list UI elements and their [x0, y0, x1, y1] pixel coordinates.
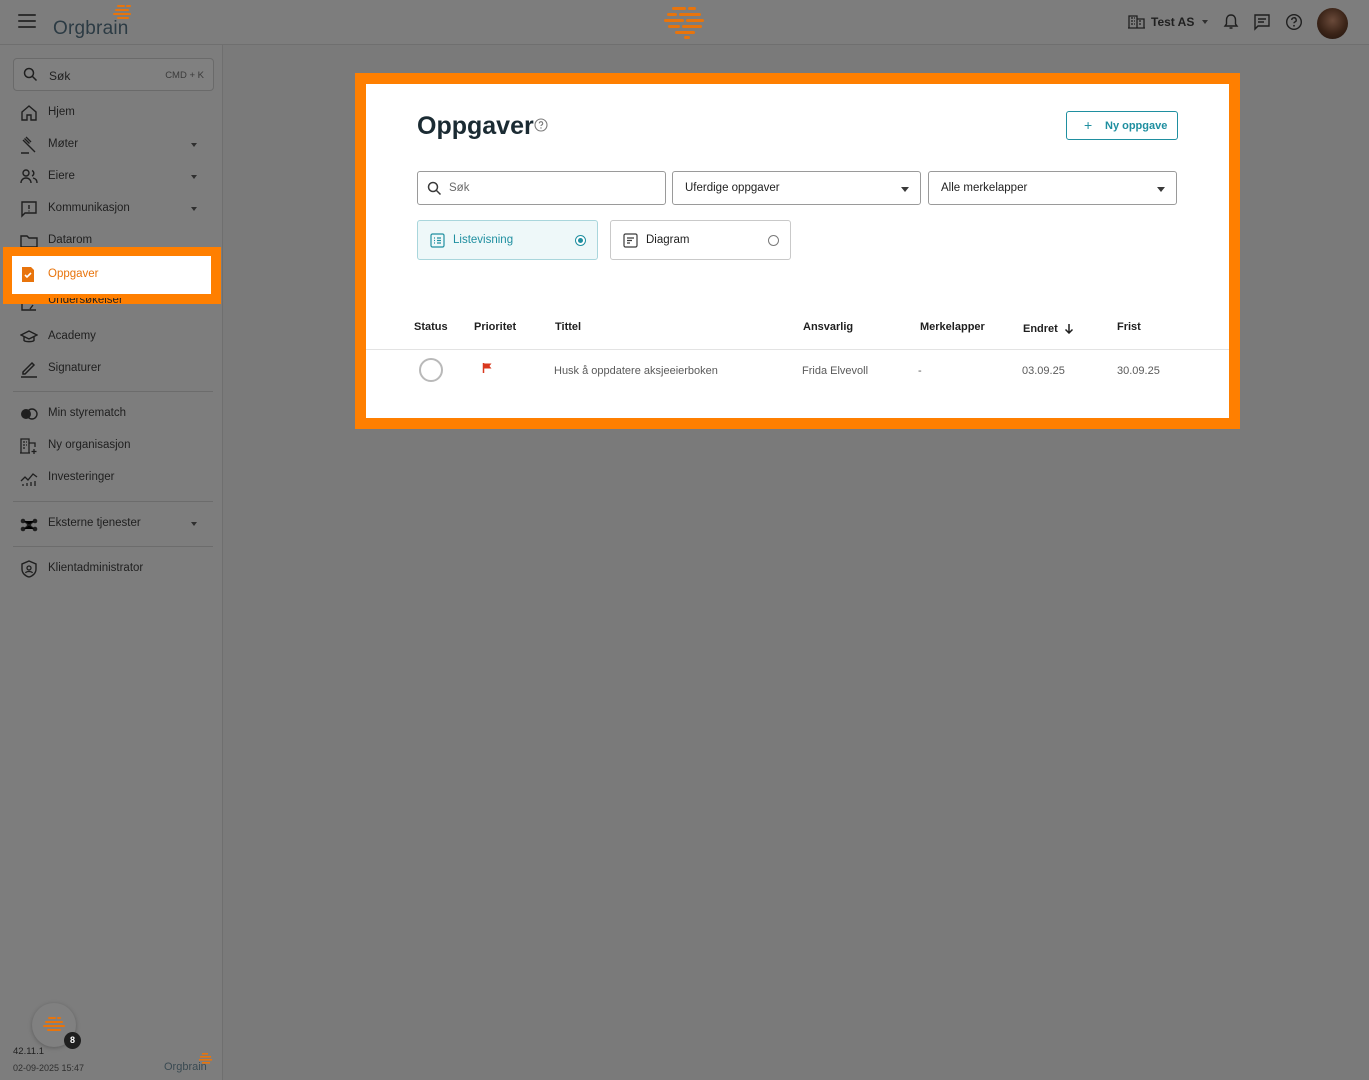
sidebar-item-oppgaver[interactable]: Oppgaver: [12, 256, 211, 294]
avatar[interactable]: [1317, 8, 1348, 39]
sidebar-item-signaturer[interactable]: Signaturer: [0, 354, 223, 384]
academy-icon: [20, 330, 38, 343]
building-icon: [1128, 15, 1145, 29]
sidebar-divider: [13, 501, 213, 502]
chevron-down-icon[interactable]: [191, 207, 197, 211]
help-circle-icon[interactable]: [534, 118, 548, 132]
table-divider: [366, 349, 1229, 350]
task-title[interactable]: Husk å oppdatere aksjeeierboken: [554, 365, 718, 377]
task-tags: -: [918, 365, 922, 377]
chevron-down-icon[interactable]: [191, 175, 197, 179]
message-icon: [21, 201, 37, 218]
brain-logo-icon[interactable]: [662, 5, 708, 39]
sidebar-item-klientadministrator[interactable]: Klientadministrator: [0, 554, 223, 584]
column-header-status[interactable]: Status: [414, 321, 448, 333]
sidebar-search[interactable]: Søk CMD + K: [13, 58, 214, 91]
radio-unselected[interactable]: [768, 235, 779, 246]
page-title: Oppgaver: [417, 112, 534, 140]
company-name: Test AS: [1151, 14, 1195, 29]
diagram-icon: [623, 233, 638, 248]
task-icon: [22, 267, 34, 282]
help-icon[interactable]: [1285, 13, 1303, 31]
chevron-down-icon[interactable]: [191, 522, 197, 526]
sidebar-item-undersokelser[interactable]: Undersøkelser: [48, 298, 123, 306]
sidebar-item-moter[interactable]: Møter: [0, 130, 223, 160]
task-responsible: Frida Elvevoll: [802, 365, 869, 377]
company-selector[interactable]: Test AS: [1128, 14, 1209, 29]
column-header-priority[interactable]: Prioritet: [474, 321, 516, 333]
sidebar-search-placeholder: Søk: [49, 69, 71, 83]
new-task-button[interactable]: + Ny oppgave: [1066, 111, 1178, 140]
tag-filter-select[interactable]: Alle merkelapper: [928, 171, 1177, 205]
tasks-card: Oppgaver + Ny oppgave Søk Uferdige oppga…: [366, 84, 1229, 418]
chevron-down-icon: [1202, 19, 1209, 24]
home-icon: [21, 105, 37, 121]
menu-icon[interactable]: [18, 14, 36, 28]
sidebar-divider: [13, 546, 213, 547]
status-filter-select[interactable]: Uferdige oppgaver: [672, 171, 921, 205]
search-input[interactable]: Søk: [417, 171, 666, 205]
chat-icon[interactable]: [1253, 13, 1271, 31]
network-icon: [20, 518, 38, 532]
bell-icon[interactable]: [1222, 13, 1240, 31]
shield-icon: [21, 560, 37, 578]
column-header-changed[interactable]: Endret: [1023, 321, 1074, 335]
flag-icon: [482, 363, 492, 373]
people-icon: [20, 169, 38, 184]
sidebar-item-min-styrematch[interactable]: Min styrematch: [0, 399, 223, 429]
top-bar: Orgbrain Test AS: [0, 0, 1369, 45]
arrow-down-icon: [1064, 324, 1073, 335]
task-due: 30.09.25: [1117, 365, 1160, 377]
sidebar-item-ny-organisasjon[interactable]: Ny organisasjon: [0, 431, 223, 461]
diagram-view-toggle[interactable]: Diagram: [610, 220, 791, 260]
brain-icon: [113, 5, 131, 19]
status-checkbox[interactable]: [419, 358, 443, 382]
sidebar-divider: [13, 391, 213, 392]
column-header-due[interactable]: Frist: [1117, 321, 1141, 333]
list-view-toggle[interactable]: Listevisning: [417, 220, 598, 260]
column-header-tags[interactable]: Merkelapper: [920, 321, 985, 333]
chevron-down-icon[interactable]: [191, 143, 197, 147]
dropdown-arrow-icon: [901, 187, 909, 192]
sidebar-item-hjem[interactable]: Hjem: [0, 98, 223, 128]
chart-icon: [20, 473, 38, 486]
sidebar-item-eiere[interactable]: Eiere: [0, 162, 223, 192]
brain-icon: [43, 1017, 65, 1031]
sidebar-item-academy[interactable]: Academy: [0, 322, 223, 352]
building-add-icon: [20, 438, 37, 454]
dropdown-arrow-icon: [1157, 187, 1165, 192]
column-header-title[interactable]: Tittel: [555, 321, 581, 333]
pen-icon: [21, 361, 37, 378]
sidebar-item-kommunikasjon[interactable]: Kommunikasjon: [0, 194, 223, 224]
search-placeholder: Søk: [449, 182, 470, 194]
column-header-responsible[interactable]: Ansvarlig: [803, 321, 853, 333]
search-icon: [23, 67, 38, 82]
search-shortcut: CMD + K: [165, 70, 204, 81]
search-icon: [427, 181, 442, 196]
gavel-icon: [21, 136, 36, 154]
notification-badge: 8: [64, 1032, 81, 1049]
brain-icon: [199, 1053, 212, 1064]
survey-icon: [21, 304, 36, 311]
radio-selected[interactable]: [575, 235, 586, 246]
task-changed: 03.09.25: [1022, 365, 1065, 377]
app-version: 42.11.1: [13, 1046, 44, 1057]
sidebar-item-eksterne-tjenester[interactable]: Eksterne tjenester: [0, 509, 223, 539]
toggle-icon: [21, 408, 38, 420]
build-date: 02-09-2025 15:47: [13, 1063, 85, 1073]
sidebar-item-investeringer[interactable]: Investeringer: [0, 463, 223, 493]
list-icon: [430, 233, 445, 248]
plus-icon: +: [1084, 117, 1093, 133]
